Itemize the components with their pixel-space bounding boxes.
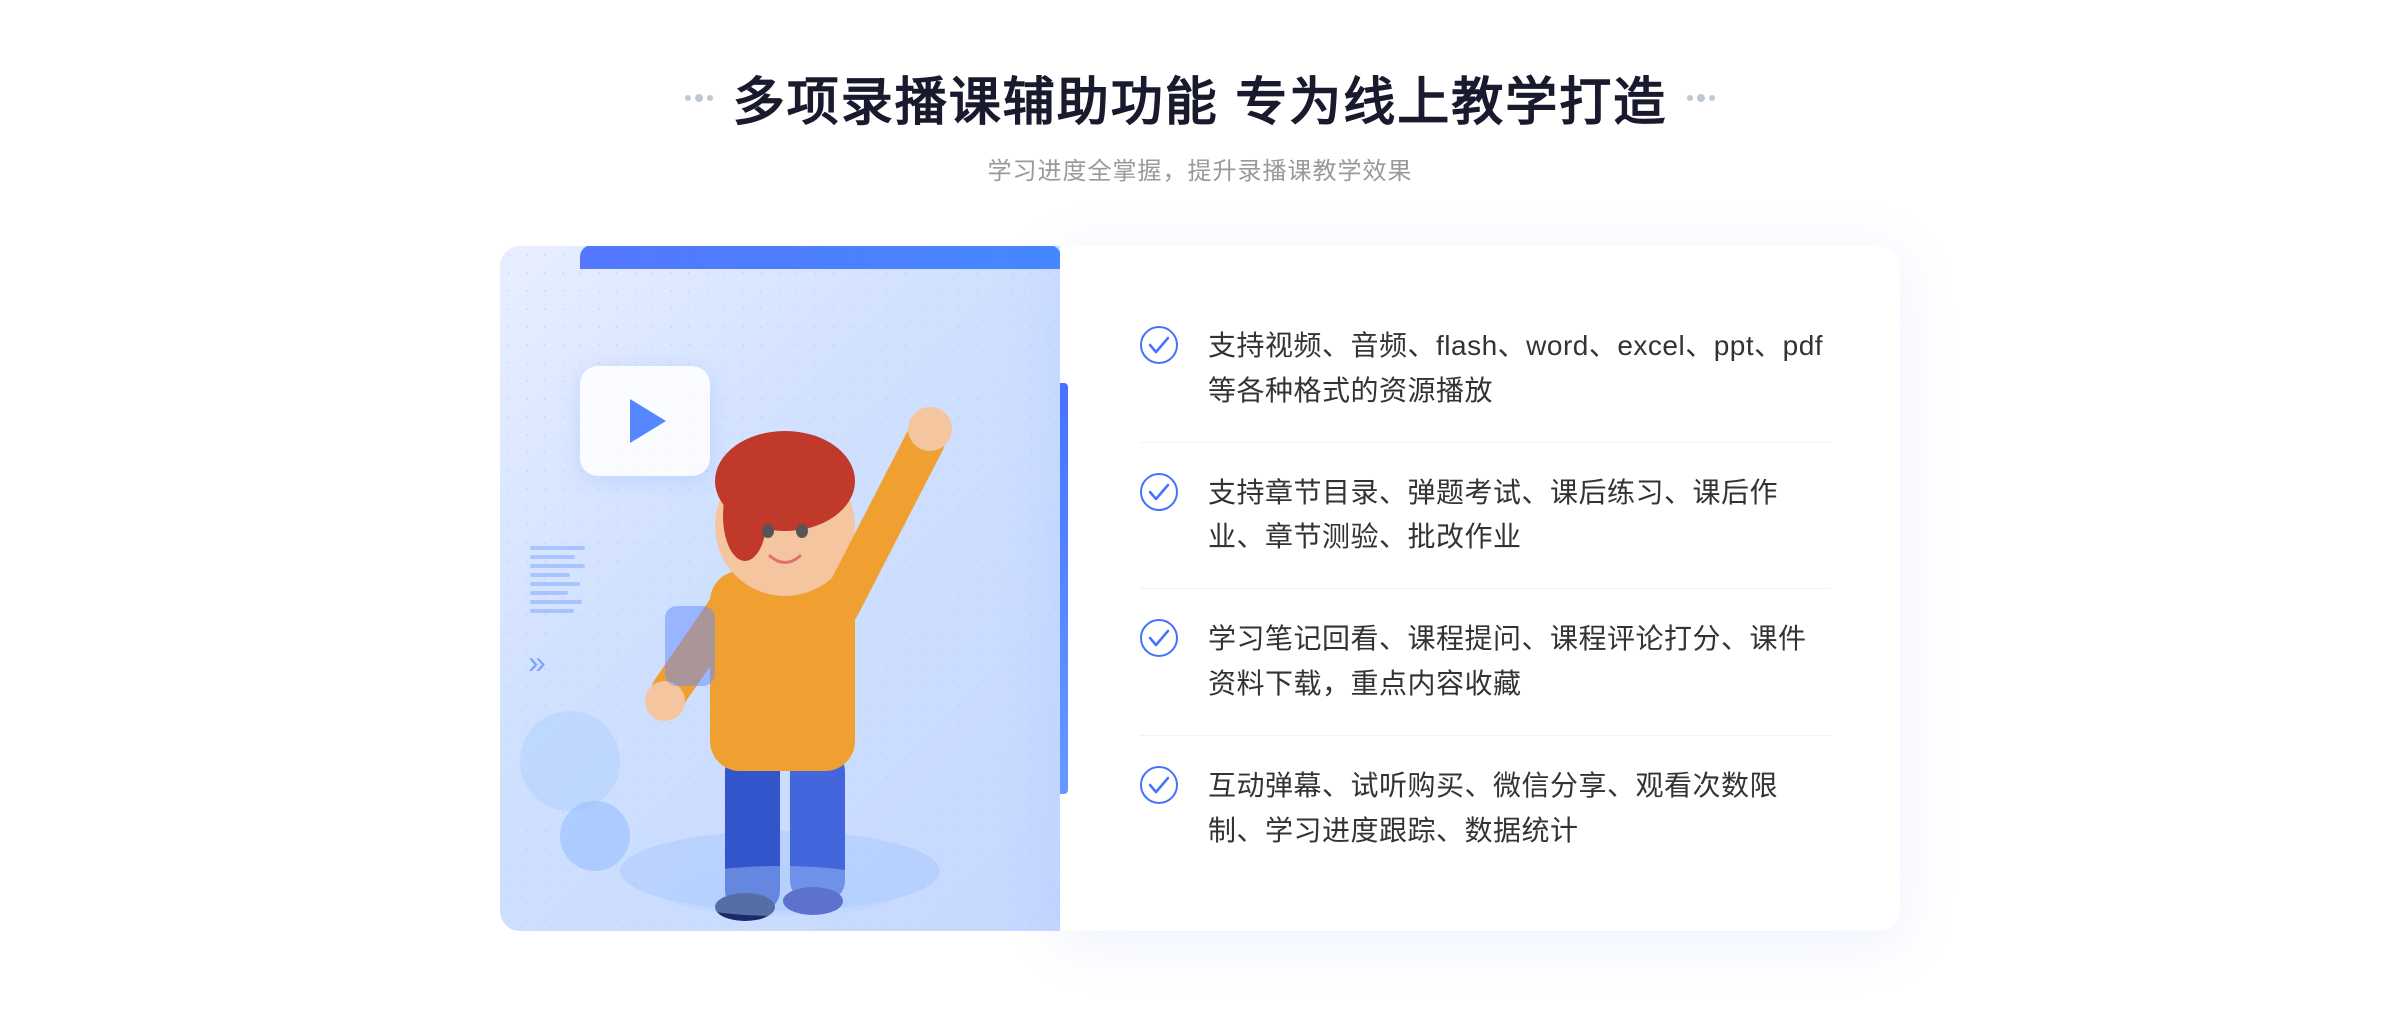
check-icon-2	[1140, 473, 1178, 511]
person-illustration	[570, 351, 990, 931]
accent-bar	[1060, 383, 1068, 794]
feature-text-3: 学习笔记回看、课程提问、课程评论打分、课件资料下载，重点内容收藏	[1208, 617, 1830, 707]
page-subtitle: 学习进度全掌握，提升录播课教学效果	[685, 151, 1715, 186]
feature-item-1: 支持视频、音频、flash、word、excel、ppt、pdf等各种格式的资源…	[1140, 296, 1830, 443]
features-panel: 支持视频、音频、flash、word、excel、ppt、pdf等各种格式的资源…	[1060, 246, 1900, 931]
check-icon-3	[1140, 619, 1178, 657]
illustration-area: »	[500, 246, 1060, 931]
content-area: »	[500, 246, 1900, 931]
check-icon-4	[1140, 766, 1178, 804]
feature-text-4: 互动弹幕、试听购买、微信分享、观看次数限制、学习进度跟踪、数据统计	[1208, 764, 1830, 854]
page-container: 多项录播课辅助功能 专为线上教学打造 学习进度全掌握，提升录播课教学效果	[0, 0, 2400, 1011]
feature-item-2: 支持章节目录、弹题考试、课后练习、课后作业、章节测验、批改作业	[1140, 443, 1830, 590]
check-icon-1	[1140, 326, 1178, 364]
left-decorative-dots	[685, 94, 713, 102]
top-accent-bar	[580, 246, 1060, 269]
title-row: 多项录播课辅助功能 专为线上教学打造	[685, 60, 1715, 135]
feature-text-2: 支持章节目录、弹题考试、课后练习、课后作业、章节测验、批改作业	[1208, 471, 1830, 561]
feature-item-4: 互动弹幕、试听购买、微信分享、观看次数限制、学习进度跟踪、数据统计	[1140, 736, 1830, 882]
page-title: 多项录播课辅助功能 专为线上教学打造	[733, 60, 1667, 135]
feature-item-3: 学习笔记回看、课程提问、课程评论打分、课件资料下载，重点内容收藏	[1140, 589, 1830, 736]
header-section: 多项录播课辅助功能 专为线上教学打造 学习进度全掌握，提升录播课教学效果	[685, 60, 1715, 186]
arrow-decoration: »	[528, 644, 546, 681]
right-decorative-dots	[1687, 94, 1715, 102]
feature-text-1: 支持视频、音频、flash、word、excel、ppt、pdf等各种格式的资源…	[1208, 324, 1830, 414]
